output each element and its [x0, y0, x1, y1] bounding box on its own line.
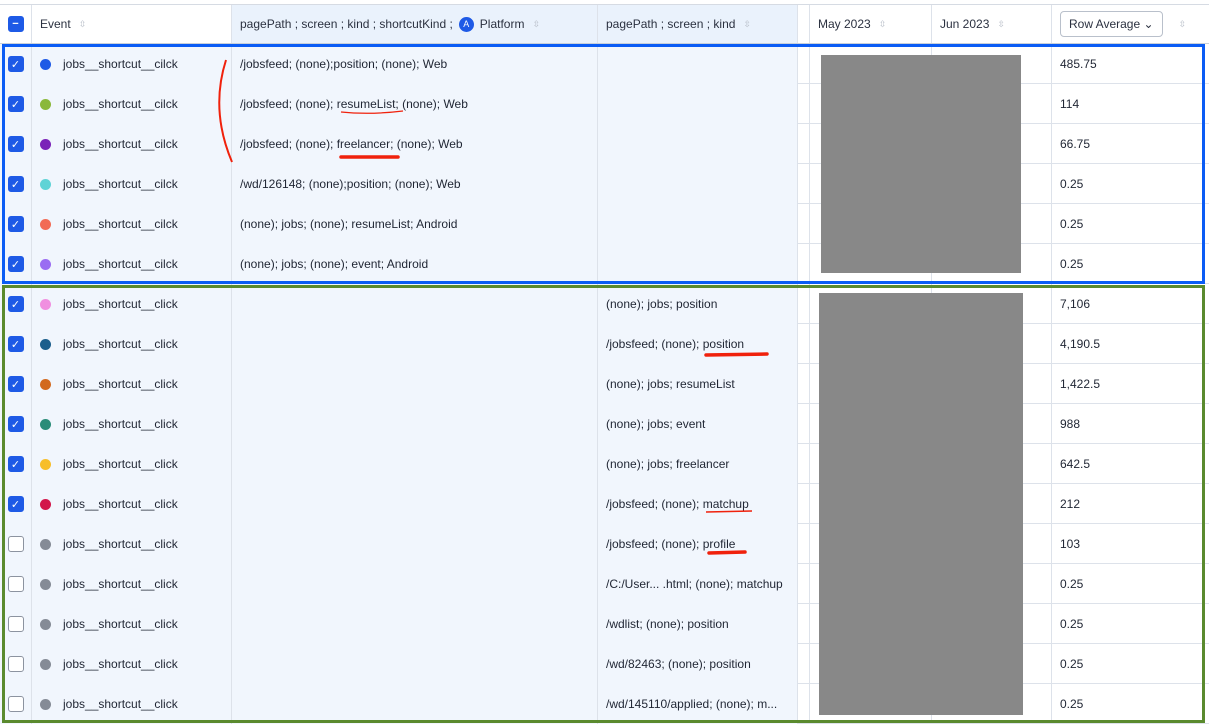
select-all-cell[interactable]: −: [0, 5, 32, 43]
header-group-by-2[interactable]: pagePath ; screen ; kind ⇳: [598, 5, 798, 43]
sort-icon[interactable]: ⇳: [532, 19, 540, 30]
sort-icon[interactable]: ⇳: [997, 19, 1005, 30]
platform-icon: A: [458, 16, 474, 32]
header-event-label: Event: [40, 17, 71, 31]
select-all-checkbox[interactable]: −: [7, 16, 24, 32]
header-may-label: May 2023: [818, 17, 871, 31]
header-row-average: Row Average ⌄ ⇳: [1052, 5, 1209, 43]
header-event[interactable]: Event ⇳: [32, 5, 232, 43]
header-jun-label: Jun 2023: [940, 17, 990, 31]
header-group-by-1[interactable]: pagePath ; screen ; kind ; shortcutKind …: [232, 5, 598, 43]
table-header: − Event ⇳ pagePath ; screen ; kind ; shor…: [0, 4, 1209, 44]
sort-icon[interactable]: ⇳: [743, 19, 751, 30]
highlight-box-green: [2, 285, 1205, 723]
header-col2-label: pagePath ; screen ; kind: [606, 17, 736, 31]
column-divider: [798, 5, 810, 43]
header-jun[interactable]: Jun 2023 ⇳: [932, 5, 1052, 43]
sort-icon[interactable]: ⇳: [1179, 19, 1187, 30]
sort-icon[interactable]: ⇳: [879, 19, 887, 30]
header-col1-label: pagePath ; screen ; kind ; shortcutKind …: [240, 17, 453, 31]
highlight-box-blue: [2, 44, 1205, 284]
sort-icon[interactable]: ⇳: [79, 19, 87, 30]
header-platform-label: Platform: [479, 17, 525, 31]
row-average-label: Row Average: [1069, 17, 1141, 31]
row-average-dropdown[interactable]: Row Average ⌄: [1060, 11, 1163, 37]
header-may[interactable]: May 2023 ⇳: [810, 5, 932, 43]
